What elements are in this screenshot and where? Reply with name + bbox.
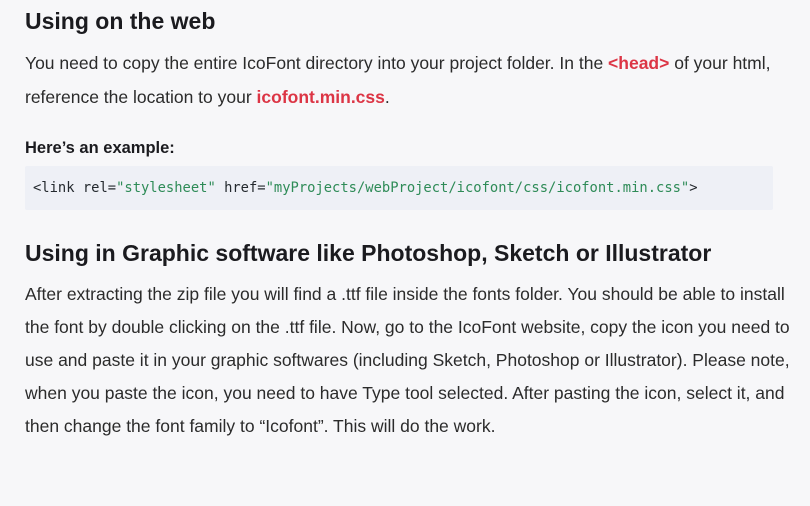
code-rel-attr: rel= <box>82 180 117 196</box>
head-tag-code: <head> <box>608 53 670 73</box>
web-text-end: . <box>384 87 390 107</box>
code-close-tag: > <box>689 180 698 196</box>
graphic-instructions-paragraph: After extracting the zip file you will f… <box>25 284 790 436</box>
code-rel-value: "stylesheet" <box>116 180 216 196</box>
code-block: <link rel="stylesheet" href="myProjects/… <box>25 166 773 210</box>
css-file-code: icofont.min.css <box>256 87 385 107</box>
section-heading-web: Using on the web <box>25 8 216 34</box>
code-href-value: "myProjects/webProject/icofont/css/icofo… <box>265 180 690 196</box>
section-heading-graphic: Using in Graphic software like Photoshop… <box>25 240 712 266</box>
web-text-before-head: You need to copy the entire IcoFont dire… <box>25 53 609 73</box>
document-page: Using on the web You need to copy the en… <box>0 0 810 506</box>
example-label: Here’s an example: <box>25 139 175 157</box>
web-instructions-paragraph: You need to copy the entire IcoFont dire… <box>25 46 795 114</box>
code-open-tag: <link <box>33 180 83 196</box>
code-href-attr: href= <box>215 180 266 196</box>
